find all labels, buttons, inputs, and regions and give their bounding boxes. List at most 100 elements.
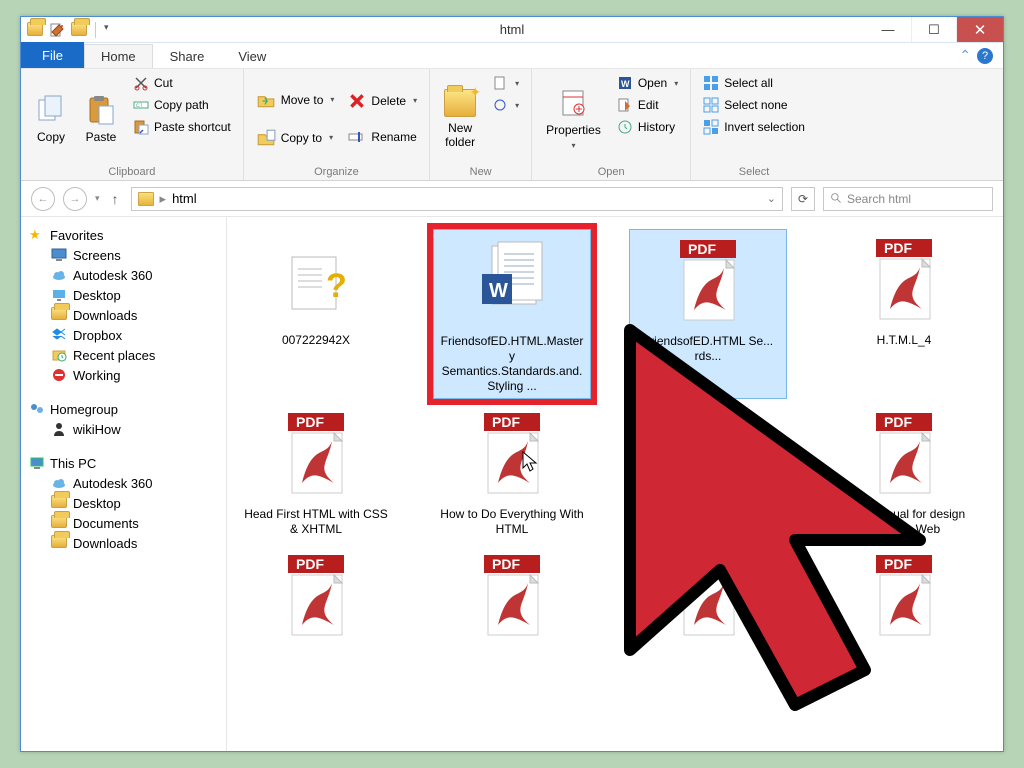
move-to-button[interactable]: Move to xyxy=(252,88,339,112)
group-organize-label: Organize xyxy=(252,166,421,178)
ribbon: Copy Paste Cut c:\Copy path Paste shortc… xyxy=(21,69,1003,181)
breadcrumb-sep: ▸ xyxy=(160,191,167,207)
copy-path-button[interactable]: c:\Copy path xyxy=(129,95,235,115)
homegroup-icon xyxy=(29,401,45,417)
recent-locations-icon[interactable]: ▾ xyxy=(95,193,100,204)
sidebar-item-downloads[interactable]: Downloads xyxy=(25,305,222,325)
file-name-label: FriendsofED.HTML Se... rds... xyxy=(634,334,782,364)
up-button[interactable]: ↑ xyxy=(108,191,123,207)
file-view[interactable]: ?007222942XWFriendsofED.HTML.Mastery Sem… xyxy=(227,217,1003,751)
new-folder-qat-icon[interactable] xyxy=(71,22,87,38)
properties-qat-icon[interactable] xyxy=(49,22,65,38)
tab-home[interactable]: Home xyxy=(84,44,153,68)
new-folder-button[interactable]: ✦ New folder xyxy=(438,73,482,164)
group-organize: Move to Copy to Delete Rename Organize xyxy=(244,69,430,180)
sidebar-favorites[interactable]: ★ Favorites xyxy=(25,225,222,245)
pdf-file-icon: PDF xyxy=(666,240,750,324)
svg-text:W: W xyxy=(621,79,630,89)
group-select-label: Select xyxy=(699,166,809,178)
file-name-label: HTML Dog Best-Practice Guide to XHTML an… xyxy=(633,507,783,537)
close-button[interactable]: ✕ xyxy=(957,17,1003,42)
svg-text:PDF: PDF xyxy=(884,556,912,572)
sidebar-item-autodesk-360[interactable]: Autodesk 360 xyxy=(25,473,222,493)
sidebar-item-wikihow[interactable]: wikiHow xyxy=(25,419,222,439)
breadcrumb[interactable]: ▸ html ⌄ xyxy=(131,187,783,211)
back-button[interactable]: ← xyxy=(31,187,55,211)
group-new-label: New xyxy=(438,166,523,178)
file-item[interactable]: PDF xyxy=(629,545,787,653)
invert-selection-button[interactable]: Invert selection xyxy=(699,117,809,137)
new-item-button[interactable] xyxy=(488,73,523,93)
cut-button[interactable]: Cut xyxy=(129,73,235,93)
paste-shortcut-button[interactable]: Paste shortcut xyxy=(129,117,235,137)
svg-text:W: W xyxy=(489,280,508,302)
sidebar-item-dropbox[interactable]: Dropbox xyxy=(25,325,222,345)
new-folder-icon: ✦ xyxy=(444,89,476,117)
computer-icon xyxy=(29,455,45,471)
pdf-file-icon: PDF xyxy=(862,413,946,497)
sidebar-item-working[interactable]: Working xyxy=(25,365,222,385)
window-title: html xyxy=(21,22,1003,37)
file-item[interactable]: PDF HTML visual for design effective Web xyxy=(825,403,983,541)
file-item[interactable]: PDF xyxy=(433,545,591,653)
group-new: ✦ New folder New xyxy=(430,69,532,180)
sidebar-item-desktop[interactable]: Desktop xyxy=(25,285,222,305)
sidebar-item-recent-places[interactable]: Recent places xyxy=(25,345,222,365)
sidebar-item-downloads[interactable]: Downloads xyxy=(25,533,222,553)
pdf-file-icon: PDF xyxy=(470,555,554,639)
file-name-label: H.T.M.L_4 xyxy=(829,333,979,348)
refresh-button[interactable]: ⟳ xyxy=(791,187,815,211)
help-icon[interactable]: ? xyxy=(977,48,993,64)
file-item[interactable]: PDF HTML Dog Best-Practice Guide to XHTML… xyxy=(629,403,787,541)
copy-button[interactable]: Copy xyxy=(29,73,73,164)
paste-button[interactable]: Paste xyxy=(79,73,123,164)
search-icon xyxy=(830,192,843,205)
copy-label: Copy xyxy=(37,130,65,144)
tab-share[interactable]: Share xyxy=(153,44,222,68)
collapse-ribbon-icon[interactable]: ⌃ xyxy=(959,47,971,64)
svg-text:PDF: PDF xyxy=(492,414,520,430)
search-box[interactable]: Search html xyxy=(823,187,993,211)
breadcrumb-current[interactable]: html xyxy=(172,191,197,206)
select-all-button[interactable]: Select all xyxy=(699,73,809,93)
copy-to-button[interactable]: Copy to xyxy=(252,126,339,150)
svg-text:?: ? xyxy=(326,267,347,305)
word-file-icon: W xyxy=(470,240,554,324)
qat-dropdown-icon[interactable]: ▾ xyxy=(104,22,120,38)
sidebar-item-desktop[interactable]: Desktop xyxy=(25,493,222,513)
select-none-button[interactable]: Select none xyxy=(699,95,809,115)
delete-button[interactable]: Delete xyxy=(344,90,421,112)
file-item[interactable]: PDF xyxy=(825,545,983,653)
breadcrumb-dropdown-icon[interactable]: ⌄ xyxy=(767,192,776,205)
tab-file[interactable]: File xyxy=(21,42,84,68)
file-item[interactable]: PDFHow to Do Everything With HTML xyxy=(433,403,591,541)
sidebar-item-documents[interactable]: Documents xyxy=(25,513,222,533)
file-item[interactable]: WFriendsofED.HTML.Mastery Semantics.Stan… xyxy=(433,229,591,399)
minimize-button[interactable]: — xyxy=(865,17,911,42)
sidebar-this-pc[interactable]: This PC xyxy=(25,453,222,473)
svg-text:PDF: PDF xyxy=(884,240,912,256)
sidebar-item-autodesk-360[interactable]: Autodesk 360 xyxy=(25,265,222,285)
properties-button[interactable]: Properties ▾ xyxy=(540,73,607,164)
file-name-label: HTML visual for design effective Web xyxy=(829,507,979,537)
file-item[interactable]: ?007222942X xyxy=(237,229,395,399)
easy-access-button[interactable] xyxy=(488,95,523,115)
forward-button[interactable]: → xyxy=(63,187,87,211)
group-open: Properties ▾ WOpen Edit History Open xyxy=(532,69,691,180)
person-icon xyxy=(51,421,67,437)
search-placeholder: Search html xyxy=(847,192,911,206)
tab-view[interactable]: View xyxy=(221,44,283,68)
file-item[interactable]: PDF FriendsofED.HTML Se... rds... xyxy=(629,229,787,399)
svg-text:PDF: PDF xyxy=(688,414,716,430)
file-item[interactable]: PDFHead First HTML with CSS & XHTML xyxy=(237,403,395,541)
sidebar-item-screens[interactable]: Screens xyxy=(25,245,222,265)
sidebar-homegroup[interactable]: Homegroup xyxy=(25,399,222,419)
edit-button[interactable]: Edit xyxy=(613,95,682,115)
pdf-file-icon: PDF xyxy=(666,413,750,497)
maximize-button[interactable]: ☐ xyxy=(911,17,957,42)
rename-button[interactable]: Rename xyxy=(344,126,421,148)
history-button[interactable]: History xyxy=(613,117,682,137)
file-item[interactable]: PDF H.T.M.L_4 xyxy=(825,229,983,399)
file-item[interactable]: PDF xyxy=(237,545,395,653)
open-button[interactable]: WOpen xyxy=(613,73,682,93)
